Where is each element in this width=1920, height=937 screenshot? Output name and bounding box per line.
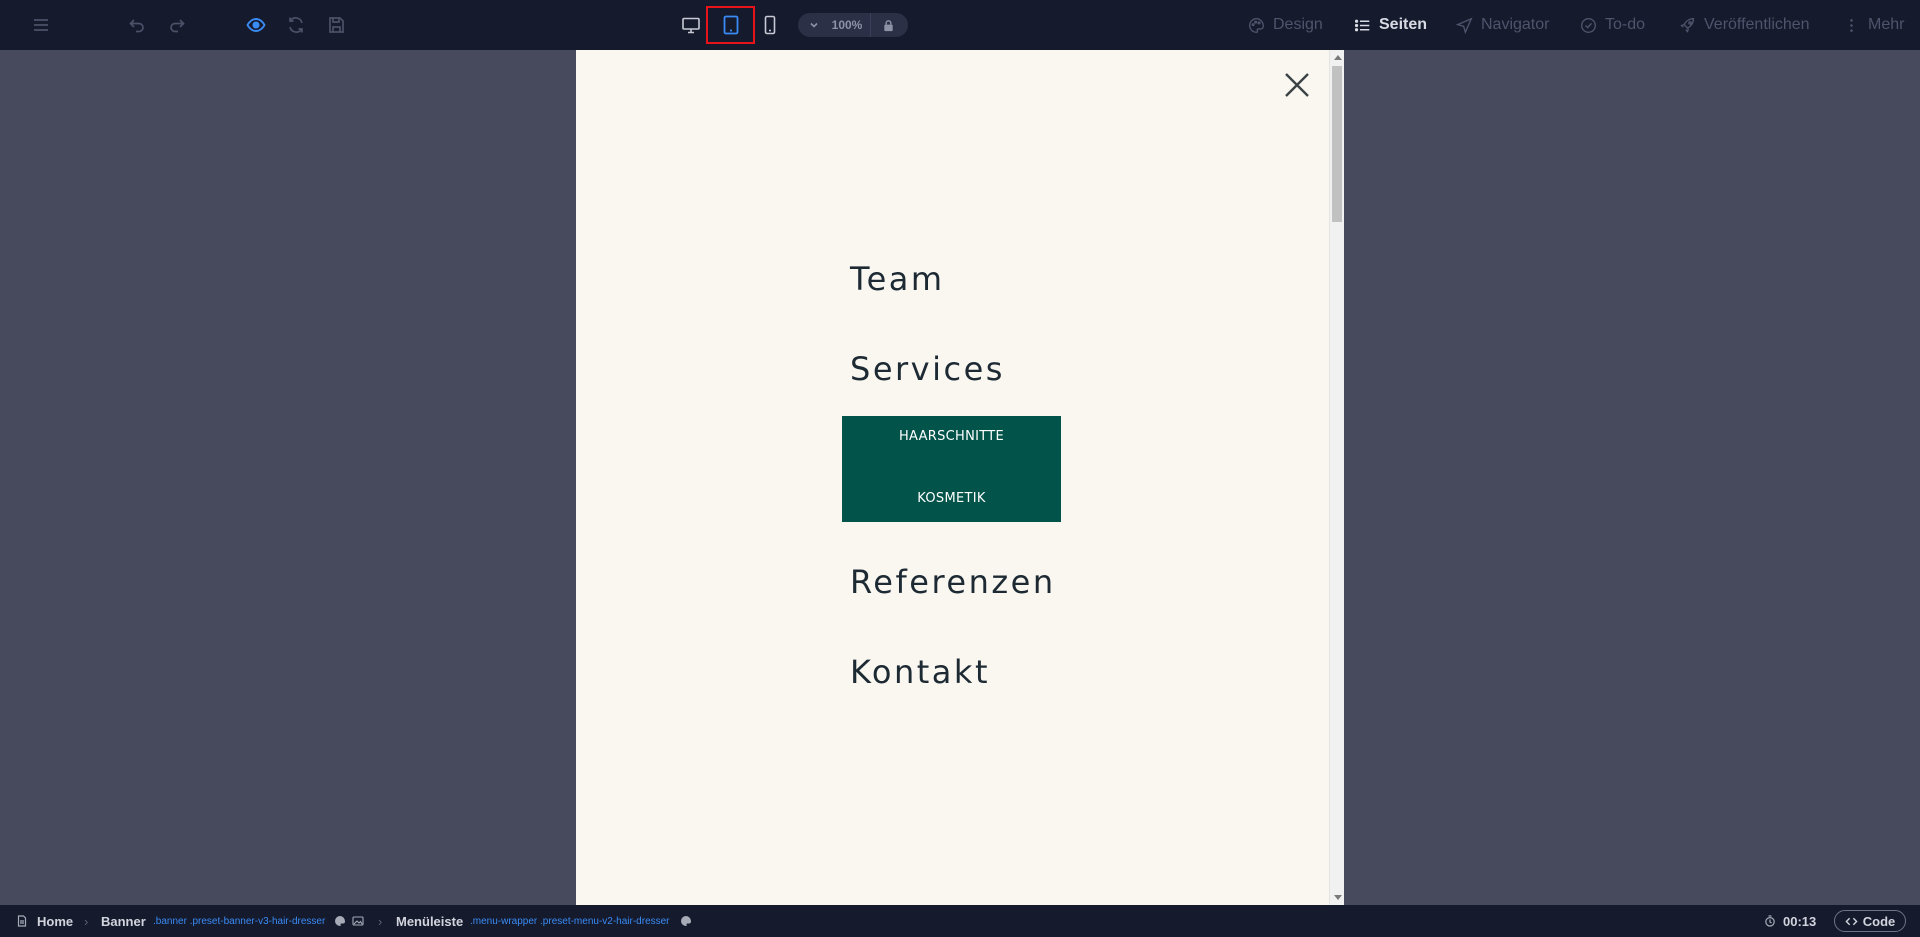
eye-icon[interactable]	[244, 13, 268, 37]
refresh-icon[interactable]	[284, 13, 308, 37]
file-icon	[16, 905, 28, 937]
publish-menu[interactable]: Veröffentlichen	[1679, 0, 1810, 50]
close-icon[interactable]	[1282, 70, 1312, 100]
nav-link-services[interactable]: Services	[850, 350, 1005, 388]
image-icon[interactable]	[352, 905, 364, 937]
code-label: Code	[1862, 913, 1896, 929]
menu-classes[interactable]: .menu-wrapper .preset-menu-v2-hair-dress…	[470, 905, 670, 937]
breadcrumb-home[interactable]: Home	[37, 905, 73, 937]
todo-menu[interactable]: To-do	[1580, 0, 1645, 50]
top-toolbar: 100% Design Seiten Navigator To-do Veröf…	[0, 0, 1920, 50]
hamburger-icon[interactable]	[29, 13, 53, 37]
zoom-level[interactable]: 100%	[824, 18, 870, 32]
zoom-control[interactable]: 100%	[798, 13, 908, 37]
mobile-icon[interactable]	[758, 13, 782, 37]
pages-menu[interactable]: Seiten	[1354, 0, 1427, 50]
design-menu[interactable]: Design	[1248, 0, 1323, 50]
scroll-down-arrow[interactable]	[1334, 895, 1342, 900]
check-circle-icon	[1581, 17, 1596, 33]
todo-label: To-do	[1605, 16, 1646, 33]
design-label: Design	[1273, 16, 1323, 33]
code-button[interactable]: Code	[1834, 910, 1906, 932]
breadcrumb-banner[interactable]: Banner	[101, 905, 146, 937]
scroll-thumb[interactable]	[1332, 66, 1342, 222]
code-icon	[1845, 917, 1858, 925]
more-label: Mehr	[1868, 16, 1905, 33]
nav-link-referenzen[interactable]: Referenzen	[850, 563, 1056, 601]
palette-icon[interactable]	[334, 905, 346, 937]
lock-icon[interactable]	[870, 13, 906, 37]
session-timer: 00:13	[1783, 913, 1817, 929]
banner-classes[interactable]: .banner .preset-banner-v3-hair-dresser	[153, 905, 325, 937]
rocket-icon	[1680, 17, 1695, 33]
submenu-item-kosmetik[interactable]: KOSMETIK	[842, 491, 1061, 506]
services-submenu: HAARSCHNITTE KOSMETIK	[842, 416, 1061, 522]
navigator-label: Navigator	[1481, 16, 1550, 33]
publish-label: Veröffentlichen	[1704, 16, 1810, 33]
breadcrumb-separator: ›	[378, 913, 383, 929]
palette-icon[interactable]	[680, 905, 692, 937]
tablet-icon[interactable]	[719, 13, 743, 37]
chevron-down-icon[interactable]	[804, 20, 824, 30]
breadcrumb-menuleiste[interactable]: Menüleiste	[396, 905, 463, 937]
timer-icon	[1764, 905, 1776, 937]
nav-link-kontakt[interactable]: Kontakt	[850, 653, 990, 691]
page-preview[interactable]: Team Services HAARSCHNITTE KOSMETIK Refe…	[576, 50, 1344, 905]
save-icon[interactable]	[324, 13, 348, 37]
list-icon	[1354, 19, 1370, 31]
more-menu[interactable]: Mehr	[1843, 0, 1904, 50]
submenu-item-haarschnitte[interactable]: HAARSCHNITTE	[842, 429, 1061, 444]
nav-link-team[interactable]: Team	[850, 260, 945, 298]
navigator-menu[interactable]: Navigator	[1456, 0, 1549, 50]
breadcrumb-separator: ›	[84, 913, 89, 929]
navigator-icon	[1456, 16, 1473, 34]
preview-scrollbar[interactable]	[1329, 50, 1344, 905]
bottom-status-bar: Home › Banner .banner .preset-banner-v3-…	[0, 905, 1920, 937]
kebab-icon	[1850, 18, 1853, 32]
scroll-up-arrow[interactable]	[1334, 55, 1342, 60]
palette-icon	[1249, 17, 1264, 33]
desktop-icon[interactable]	[679, 13, 703, 37]
undo-icon[interactable]	[125, 13, 149, 37]
redo-icon[interactable]	[165, 13, 189, 37]
pages-label: Seiten	[1379, 16, 1428, 33]
